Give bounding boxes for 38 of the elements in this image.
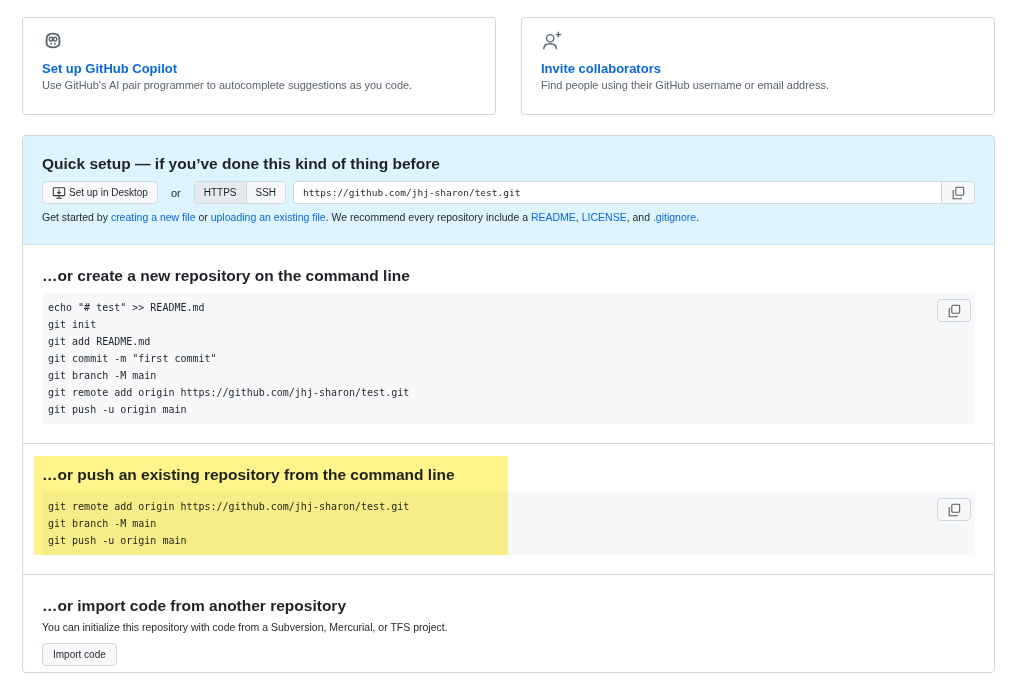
clone-url-field[interactable]: https://github.com/jhj-sharon/test.git <box>293 181 941 204</box>
code-line: git branch -M main <box>48 517 158 531</box>
copy-icon <box>951 185 965 200</box>
person-add-icon <box>541 30 563 52</box>
code-line: git remote add origin https://github.com/jhj-sharon/test.git <box>48 386 410 400</box>
code-line: git add README.md <box>48 335 152 349</box>
section-heading: …or create a new repository on the command line <box>42 267 411 285</box>
hint-link[interactable]: README <box>530 211 576 223</box>
code-line: echo "# test" >> README.md <box>48 301 206 315</box>
card-description: Find people using their GitHub username or email address. <box>541 79 829 91</box>
copy-icon <box>947 303 961 318</box>
copy-button[interactable] <box>941 181 975 204</box>
code-line: git push -u origin main <box>48 534 188 548</box>
card-title-link[interactable]: Set up GitHub Copilot <box>42 61 178 76</box>
import-code-button[interactable]: Import code <box>42 643 117 666</box>
setup-hint-text: Get started by creating a new file or uploading an existing file. We recommend every repository include a README, LICENSE, and .gitignore. <box>42 211 701 223</box>
copy-button[interactable] <box>937 299 971 322</box>
protocol-tab[interactable]: HTTPS <box>194 182 246 203</box>
copy-icon <box>947 502 961 517</box>
code-line: git remote add origin https://github.com/jhj-sharon/test.git <box>48 500 410 514</box>
card-title-link[interactable]: Invite collaborators <box>541 61 661 76</box>
hint-link[interactable]: creating a new file <box>110 211 196 223</box>
desktop-download-icon <box>52 185 66 200</box>
card-description: Use GitHub's AI pair programmer to autocomplete suggestions as you code. <box>42 79 413 91</box>
import-description: You can initialize this repository with code from a Subversion, Mercurial, or TFS project. <box>42 621 449 633</box>
desktop-button[interactable]: Set up in Desktop <box>42 181 158 204</box>
section-heading: Quick setup — if you’ve done this kind of thing before <box>42 155 441 173</box>
code-line: git push -u origin main <box>48 403 188 417</box>
code-line: git init <box>48 318 98 332</box>
copy-button[interactable] <box>937 498 971 521</box>
hint-link[interactable]: uploading an existing file <box>210 211 326 223</box>
code-line: git branch -M main <box>48 369 158 383</box>
protocol-tab[interactable]: SSH <box>245 182 286 203</box>
hint-link[interactable]: LICENSE <box>581 211 627 223</box>
section-heading: …or push an existing repository from the command line <box>42 466 456 484</box>
code-line: git commit -m "first commit" <box>48 352 218 366</box>
or-label: or <box>170 186 181 199</box>
section-heading: …or import code from another repository <box>42 597 347 615</box>
